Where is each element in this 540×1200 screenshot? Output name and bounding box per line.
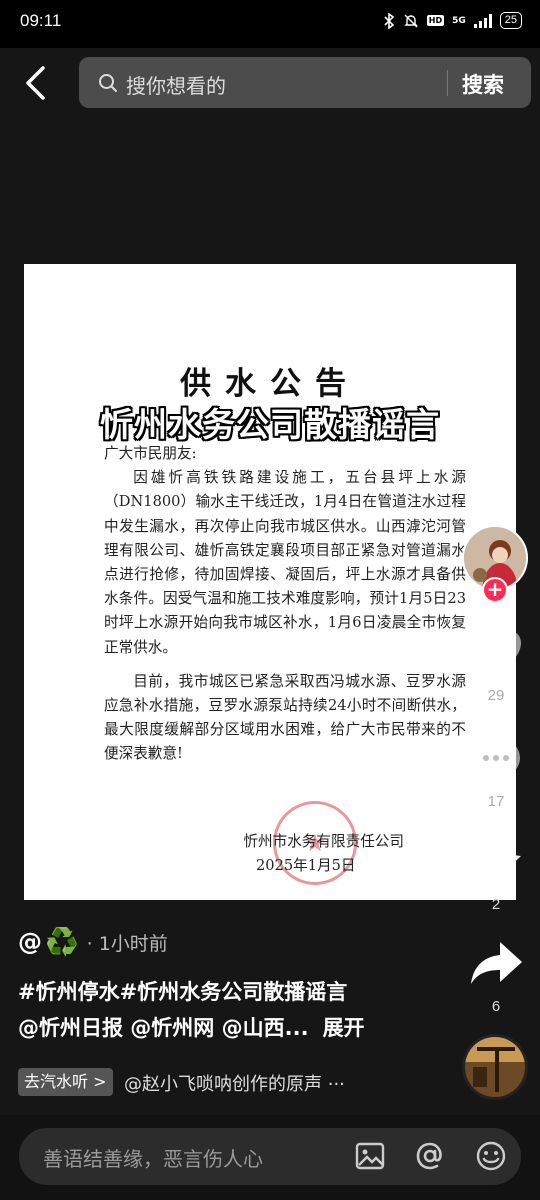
favorite-button[interactable]: 2 — [466, 834, 526, 913]
like-button[interactable]: 29 — [466, 625, 526, 704]
post-description: #忻州停水#忻州水务公司散播谣言 @忻州日报 @忻州网 @山西... 展开 — [18, 974, 458, 1046]
share-count: 6 — [491, 998, 501, 1015]
like-count: 29 — [487, 687, 505, 704]
expand-button[interactable]: 展开 — [323, 1016, 365, 1040]
music-app-tag[interactable]: 去汽水听 > — [18, 1068, 113, 1096]
overlay-caption: 忻州水务公司散播谣言 — [100, 405, 440, 444]
share-arrow-icon — [471, 942, 522, 984]
description-hashtags[interactable]: #忻州停水#忻州水务公司散播谣言 — [18, 974, 458, 1010]
image-icon[interactable] — [354, 1140, 386, 1172]
search-divider — [447, 70, 448, 96]
author-recycle-emoji[interactable]: ♻️ — [45, 926, 79, 958]
battery-icon: 25 — [499, 12, 522, 29]
comment-icon — [472, 737, 520, 782]
music-title[interactable]: @赵小飞唢呐创作的原声 ··· — [124, 1070, 345, 1096]
comment-button[interactable]: 17 — [466, 731, 526, 810]
notice-paragraph-2: 目前，我市城区已紧急采取西冯城水源、豆罗水源应急补水措施，豆罗水源泵站持续24小… — [104, 672, 466, 763]
notice-date: 2025年1月5日 — [256, 857, 356, 874]
notice-title: 供水公告 — [180, 366, 360, 402]
comment-count: 17 — [487, 793, 505, 810]
notice-signature: 忻州市水务有限责任公司 — [243, 833, 404, 850]
mention-icon[interactable] — [414, 1140, 446, 1172]
status-time: 09:11 — [20, 11, 62, 30]
network-label: 5G — [452, 15, 466, 26]
search-button[interactable]: 搜索 — [462, 69, 504, 99]
author-line[interactable]: @ ♻️ · 1小时前 — [18, 926, 168, 958]
share-button[interactable]: 6 — [466, 936, 526, 1015]
back-button[interactable] — [18, 62, 58, 106]
signal-icon — [473, 13, 492, 28]
search-icon — [99, 74, 117, 92]
description-mentions[interactable]: @忻州日报 @忻州网 @山西... — [18, 1016, 309, 1040]
music-disc[interactable] — [462, 1034, 528, 1100]
notice-document: 供水公告 广大市民朋友: 因雄忻高铁铁路建设施工，五台县坪上水源（DN1800）… — [24, 264, 516, 900]
bluetooth-icon — [384, 12, 394, 29]
mute-bell-icon — [404, 14, 418, 27]
notice-body: 广大市民朋友: 因雄忻高铁铁路建设施工，五台县坪上水源（DN1800）输水主干线… — [104, 442, 466, 767]
comment-placeholder: 善语结善缘，恶言伤人心 — [43, 1147, 263, 1171]
follow-button[interactable]: + — [482, 577, 508, 603]
author-at[interactable]: @ — [18, 928, 42, 956]
favorite-count: 2 — [491, 896, 501, 913]
heart-icon — [471, 630, 521, 675]
back-arrow-icon — [26, 66, 45, 100]
hd-badge: HD — [426, 15, 445, 26]
emoji-icon[interactable] — [475, 1140, 507, 1172]
post-time: · 1小时前 — [86, 932, 168, 955]
status-bar: 09:11 HD 5G 25 — [0, 0, 540, 48]
music-cover-image — [465, 1037, 525, 1097]
status-icons: HD 5G 25 — [383, 12, 522, 29]
notice-paragraph-1: 因雄忻高铁铁路建设施工，五台县坪上水源（DN1800）输水主干线迁改，1月4日在… — [104, 469, 466, 656]
search-placeholder: 搜你想看的 — [126, 74, 226, 98]
star-icon — [471, 838, 521, 885]
